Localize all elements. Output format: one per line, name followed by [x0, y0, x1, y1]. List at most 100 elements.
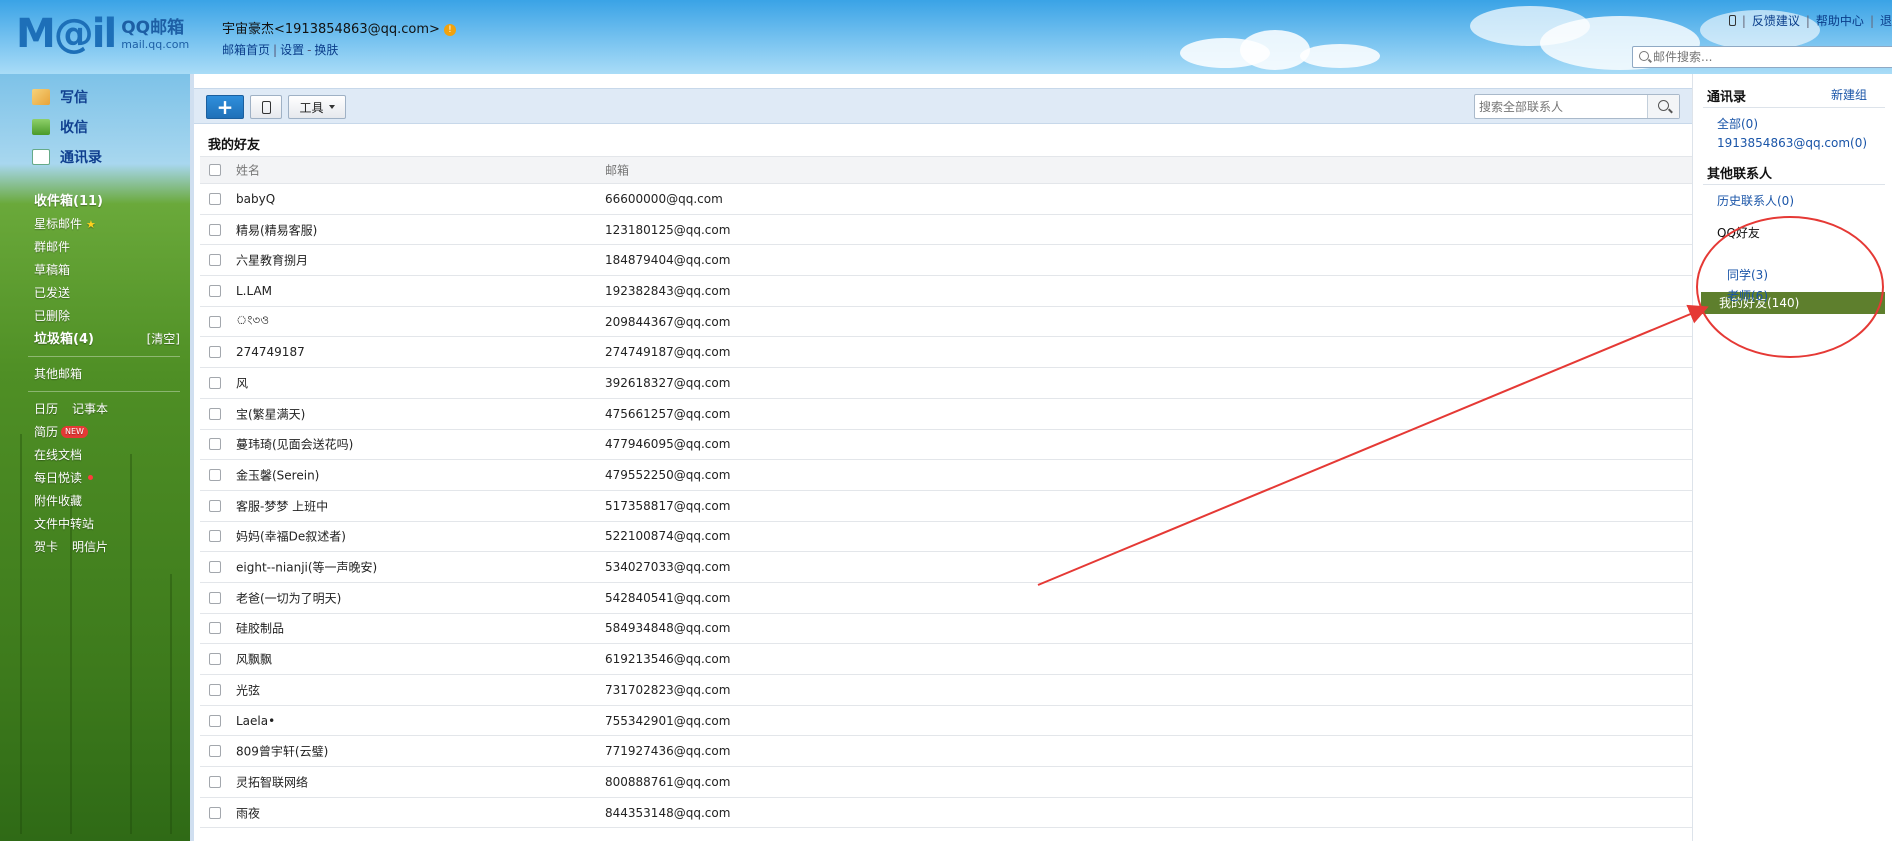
mail-search-input[interactable] — [1653, 49, 1883, 65]
contact-name[interactable]: 精易(精易客服) — [236, 221, 317, 238]
logout-link[interactable]: 退 — [1880, 14, 1892, 28]
tool-online-docs[interactable]: 在线文档 — [34, 444, 182, 467]
help-center-link[interactable]: 帮助中心 — [1816, 14, 1864, 28]
nav-contacts[interactable]: 通讯录 — [32, 142, 102, 172]
contact-email[interactable]: 274749187@qq.com — [605, 345, 730, 359]
contact-name[interactable]: 老爸(一切为了明天) — [236, 589, 341, 606]
row-checkbox[interactable] — [209, 407, 221, 420]
contact-name[interactable]: 硅胶制品 — [236, 620, 284, 637]
row-checkbox[interactable] — [209, 653, 221, 666]
feedback-link[interactable]: 反馈建议 — [1752, 14, 1800, 28]
folder-inbox[interactable]: 收件箱(11) — [34, 190, 182, 213]
row-checkbox[interactable] — [209, 591, 221, 604]
contact-email[interactable]: 517358817@qq.com — [605, 499, 730, 513]
contact-name[interactable]: 客服-梦梦 上班中 — [236, 497, 328, 514]
contact-email[interactable]: 584934848@qq.com — [605, 621, 730, 635]
row-checkbox[interactable] — [209, 346, 221, 359]
row-checkbox[interactable] — [209, 561, 221, 574]
contact-name[interactable]: babyQ — [236, 192, 275, 206]
group-history[interactable]: 历史联系人(0) — [1717, 192, 1794, 209]
tool-daily-reading[interactable]: 每日悦读 — [34, 467, 182, 490]
contact-email[interactable]: 477946095@qq.com — [605, 437, 730, 451]
group-all[interactable]: 全部(0) — [1717, 115, 1758, 132]
row-checkbox[interactable] — [209, 254, 221, 267]
contact-email[interactable]: 542840541@qq.com — [605, 591, 730, 605]
email-column-header[interactable]: 邮箱 — [605, 162, 629, 179]
contact-email[interactable]: 771927436@qq.com — [605, 744, 730, 758]
select-all-checkbox[interactable] — [209, 164, 221, 176]
new-group-link[interactable]: 新建组 — [1831, 86, 1867, 103]
contact-name[interactable]: 蔓玮琦(见面会送花吗) — [236, 436, 353, 453]
folder-deleted[interactable]: 已删除 — [34, 305, 182, 328]
table-row[interactable]: 光弦 731702823@qq.com — [200, 675, 1692, 706]
contact-email[interactable]: 66600000@qq.com — [605, 192, 723, 206]
table-row[interactable]: 妈妈(幸福De叙述者) 522100874@qq.com — [200, 522, 1692, 553]
nav-inbox[interactable]: 收信 — [32, 112, 102, 142]
table-row[interactable]: 六星教育捌月 184879404@qq.com — [200, 245, 1692, 277]
contact-name[interactable]: 风 — [236, 374, 248, 391]
row-checkbox[interactable] — [209, 530, 221, 543]
row-checkbox[interactable] — [209, 775, 221, 788]
row-checkbox[interactable] — [209, 683, 221, 696]
table-row[interactable]: 809曾宇轩(云璧) 771927436@qq.com — [200, 736, 1692, 768]
contact-name[interactable]: Laela• — [236, 714, 275, 728]
add-contact-button[interactable]: + — [206, 95, 244, 119]
contact-name[interactable]: 雨夜 — [236, 804, 260, 821]
contact-email[interactable]: 755342901@qq.com — [605, 714, 730, 728]
table-row[interactable]: 风 392618327@qq.com — [200, 368, 1692, 399]
table-row[interactable]: 金玉馨(Serein) 479552250@qq.com — [200, 460, 1692, 491]
contact-email[interactable]: 731702823@qq.com — [605, 683, 730, 697]
qqmail-logo[interactable]: M@il QQ邮箱 mail.qq.com — [16, 14, 189, 54]
tool-attachment-favorites[interactable]: 附件收藏 — [34, 490, 182, 513]
table-row[interactable]: 274749187 274749187@qq.com — [200, 337, 1692, 369]
contact-name[interactable]: 宝(繁星满天) — [236, 405, 305, 422]
row-checkbox[interactable] — [209, 315, 221, 328]
table-row[interactable]: 硅胶制品 584934848@qq.com — [200, 614, 1692, 645]
contact-name[interactable]: 809曾宇轩(云璧) — [236, 743, 328, 760]
group-own-address[interactable]: 1913854863@qq.com(0) — [1717, 136, 1867, 150]
notes-link[interactable]: 记事本 — [72, 402, 108, 416]
contact-name[interactable]: 光弦 — [236, 681, 260, 698]
mobile-sync-button[interactable] — [250, 95, 282, 119]
tools-dropdown-button[interactable]: 工具 — [288, 95, 346, 119]
contact-email[interactable]: 479552250@qq.com — [605, 468, 730, 482]
account-name[interactable]: 宇宙豪杰<1913854863@qq.com> — [222, 22, 440, 37]
folder-group-mail[interactable]: 群邮件 — [34, 236, 182, 259]
row-checkbox[interactable] — [209, 714, 221, 727]
contact-name[interactable]: eight--nianji(等一声晚安) — [236, 559, 377, 576]
settings-link[interactable]: 设置 — [280, 43, 304, 57]
row-checkbox[interactable] — [209, 223, 221, 236]
row-checkbox[interactable] — [209, 469, 221, 482]
name-column-header[interactable]: 姓名 — [236, 162, 260, 179]
contact-email[interactable]: 800888761@qq.com — [605, 775, 730, 789]
contact-name[interactable]: 风飘飘 — [236, 651, 272, 668]
table-row[interactable]: 蔓玮琦(见面会送花吗) 477946095@qq.com — [200, 430, 1692, 461]
row-checkbox[interactable] — [209, 284, 221, 297]
mobile-icon[interactable] — [1728, 15, 1736, 26]
folder-starred[interactable]: 星标邮件 ★ — [34, 213, 182, 236]
contact-search-input[interactable] — [1479, 98, 1644, 115]
table-row[interactable]: babyQ 66600000@qq.com — [200, 184, 1692, 215]
row-checkbox[interactable] — [209, 806, 221, 819]
contact-email[interactable]: 123180125@qq.com — [605, 223, 730, 237]
contact-name[interactable]: L.LAM — [236, 284, 272, 298]
contact-name[interactable]: 妈妈(幸福De叙述者) — [236, 528, 346, 545]
table-row[interactable]: ং৩ও 209844367@qq.com — [200, 307, 1692, 338]
empty-trash-button[interactable]: [清空] — [147, 328, 180, 351]
table-row[interactable]: 精易(精易客服) 123180125@qq.com — [200, 215, 1692, 246]
row-checkbox[interactable] — [209, 192, 221, 205]
table-row[interactable]: 老爸(一切为了明天) 542840541@qq.com — [200, 583, 1692, 614]
folder-trash[interactable]: 垃圾箱(4) [清空] — [34, 328, 182, 351]
contact-search-button[interactable] — [1647, 95, 1679, 118]
contact-email[interactable]: 192382843@qq.com — [605, 284, 730, 298]
contact-email[interactable]: 209844367@qq.com — [605, 315, 730, 329]
row-checkbox[interactable] — [209, 622, 221, 635]
contact-email[interactable]: 844353148@qq.com — [605, 806, 730, 820]
contact-email[interactable]: 475661257@qq.com — [605, 407, 730, 421]
table-row[interactable]: 风飘飘 619213546@qq.com — [200, 644, 1692, 675]
table-row[interactable]: eight--nianji(等一声晚安) 534027033@qq.com — [200, 552, 1692, 583]
contact-name[interactable]: 274749187 — [236, 345, 305, 359]
mail-search-box[interactable] — [1632, 46, 1892, 68]
contact-name[interactable]: ং৩ও — [236, 312, 269, 332]
other-mailbox[interactable]: 其他邮箱 — [34, 363, 182, 386]
